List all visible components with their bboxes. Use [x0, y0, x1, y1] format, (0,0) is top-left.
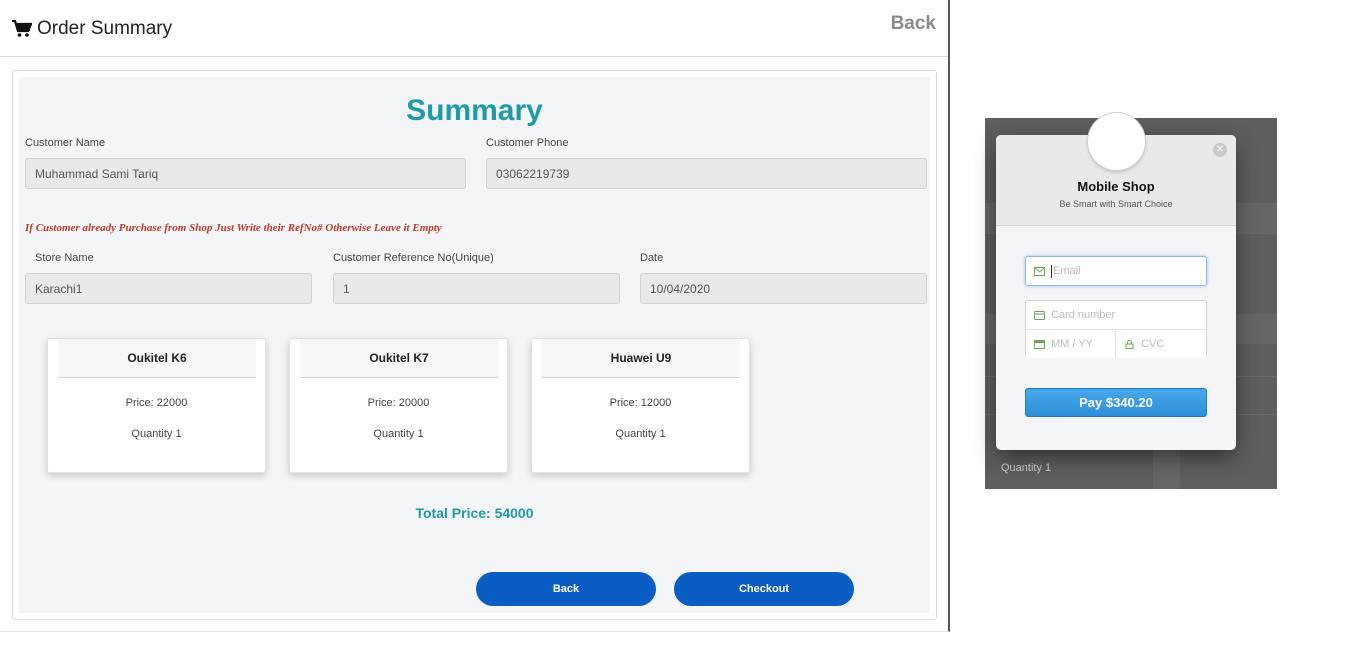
date-label: Date: [640, 252, 664, 264]
expiry-placeholder: MM / YY: [1051, 338, 1093, 350]
product-card: Oukitel K7 Price: 20000 Quantity 1: [289, 338, 508, 473]
store-name-label: Store Name: [35, 252, 94, 264]
order-summary-modal: Order Summary Back Summary Customer Name…: [0, 0, 950, 632]
product-quantity: Quantity 1: [373, 428, 424, 440]
customer-name-field[interactable]: Muhammad Sami Tariq: [25, 158, 466, 189]
card-icon: [1034, 310, 1045, 320]
product-card: Huawei U9 Price: 12000 Quantity 1: [531, 338, 750, 473]
payment-dialog: ✕ Mobile Shop Be Smart with Smart Choice…: [996, 135, 1236, 450]
header-back-link[interactable]: Back: [891, 13, 936, 35]
customer-phone-field[interactable]: 03062219739: [486, 158, 927, 189]
calendar-icon: [1034, 339, 1045, 349]
close-icon[interactable]: ✕: [1213, 143, 1227, 157]
modal-title-text: Order Summary: [37, 18, 173, 39]
product-price: Price: 12000: [609, 397, 672, 409]
modal-title: Order Summary: [12, 18, 172, 40]
product-card: Oukitel K6 Price: 22000 Quantity 1: [47, 338, 266, 473]
back-button[interactable]: Back: [476, 572, 656, 606]
checkout-button[interactable]: Checkout: [674, 572, 854, 606]
modal-header: Order Summary Back: [0, 0, 948, 57]
summary-title: Summary: [406, 94, 543, 127]
date-field[interactable]: 10/04/2020: [640, 273, 927, 304]
total-price: Total Price: 54000: [415, 505, 534, 521]
product-price: Price: 22000: [125, 397, 188, 409]
shop-name: Mobile Shop: [1077, 179, 1155, 194]
lock-icon: [1125, 339, 1134, 349]
product-name: Oukitel K6: [58, 339, 256, 378]
card-number-input[interactable]: Card number: [1026, 301, 1206, 330]
store-name-field[interactable]: Karachi1: [25, 273, 312, 304]
card-details-group: Card number MM / YY CVC: [1025, 300, 1207, 358]
reference-notice: If Customer already Purchase from Shop J…: [25, 222, 442, 234]
email-placeholder: Email: [1053, 265, 1081, 277]
customer-name-label: Customer Name: [25, 137, 106, 149]
product-name: Oukitel K7: [300, 339, 498, 378]
customer-phone-label: Customer Phone: [486, 137, 569, 149]
summary-panel-body: Summary Customer Name Muhammad Sami Tari…: [19, 77, 930, 613]
cvc-input[interactable]: CVC: [1116, 330, 1206, 358]
email-icon: [1034, 266, 1045, 276]
cvc-placeholder: CVC: [1141, 338, 1165, 350]
expiry-input[interactable]: MM / YY: [1026, 330, 1116, 358]
shopping-cart-icon: [12, 20, 32, 37]
background-quantity-text: Quantity 1: [1001, 462, 1052, 474]
customer-ref-field[interactable]: 1: [333, 273, 620, 304]
card-number-placeholder: Card number: [1051, 309, 1116, 321]
customer-ref-label: Customer Reference No(Unique): [333, 252, 494, 264]
product-quantity: Quantity 1: [615, 428, 666, 440]
summary-panel: Summary Customer Name Muhammad Sami Tari…: [12, 70, 937, 620]
shop-tagline: Be Smart with Smart Choice: [1059, 199, 1173, 209]
email-input[interactable]: Email: [1025, 256, 1207, 286]
pay-button[interactable]: Pay $340.20: [1025, 388, 1207, 417]
product-price: Price: 20000: [367, 397, 430, 409]
product-name: Huawei U9: [542, 339, 740, 378]
product-quantity: Quantity 1: [131, 428, 182, 440]
shop-logo: [1088, 113, 1145, 170]
text-caret: [1051, 264, 1052, 278]
